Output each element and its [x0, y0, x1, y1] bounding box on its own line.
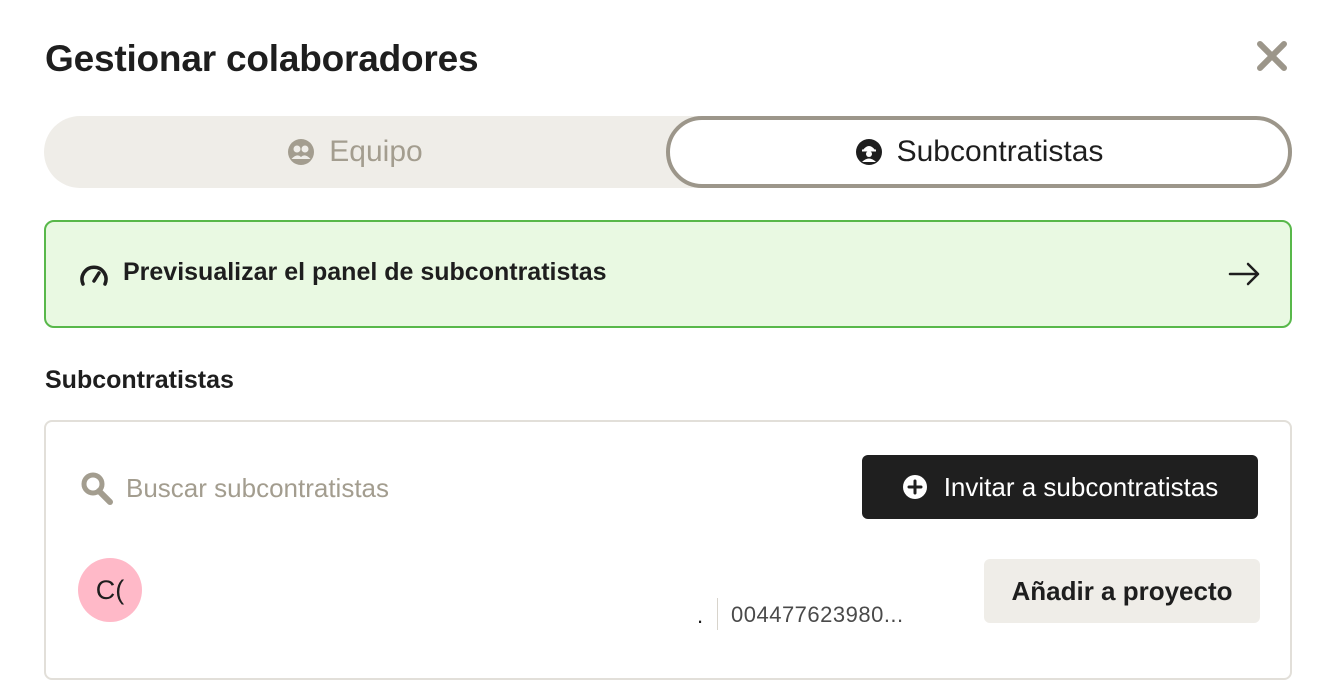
avatar: C(	[78, 558, 142, 622]
preview-panel-banner[interactable]: Previsualizar el panel de subcontratista…	[44, 220, 1292, 328]
name-separator: .	[697, 603, 704, 628]
search-input[interactable]	[126, 470, 546, 506]
tab-subcontratistas[interactable]: Subcontratistas	[666, 116, 1292, 188]
dialog-title: Gestionar colaboradores	[45, 38, 479, 79]
plus-circle-icon	[902, 475, 927, 499]
section-label: Subcontratistas	[45, 366, 234, 394]
tab-equipo[interactable]: Equipo	[44, 116, 666, 188]
arrow-right-icon	[1228, 262, 1260, 286]
manage-collaborators-dialog: Gestionar colaboradores Equipo Subcontra…	[0, 0, 1334, 680]
add-to-project-button[interactable]: Añadir a proyecto	[984, 559, 1260, 623]
invite-subcontractors-button[interactable]: Invitar a subcontratistas	[862, 455, 1258, 519]
tab-subcontratistas-label: Subcontratistas	[896, 135, 1104, 168]
collaborator-type-tabs: Equipo Subcontratistas	[44, 116, 1292, 188]
gauge-icon	[80, 265, 108, 286]
banner-text: Previsualizar el panel de subcontratista…	[123, 258, 607, 286]
invite-button-label: Invitar a subcontratistas	[943, 471, 1219, 502]
close-icon	[1257, 41, 1287, 71]
team-icon	[288, 139, 315, 165]
phone-number: 004477623980...	[731, 602, 904, 627]
subcontractor-icon	[855, 139, 882, 165]
tab-equipo-label: Equipo	[329, 135, 423, 168]
column-divider	[717, 598, 718, 630]
search-icon	[81, 472, 113, 505]
subcontractors-panel: Invitar a subcontratistas C( . 004477623…	[44, 420, 1292, 680]
close-button[interactable]	[1252, 36, 1292, 76]
